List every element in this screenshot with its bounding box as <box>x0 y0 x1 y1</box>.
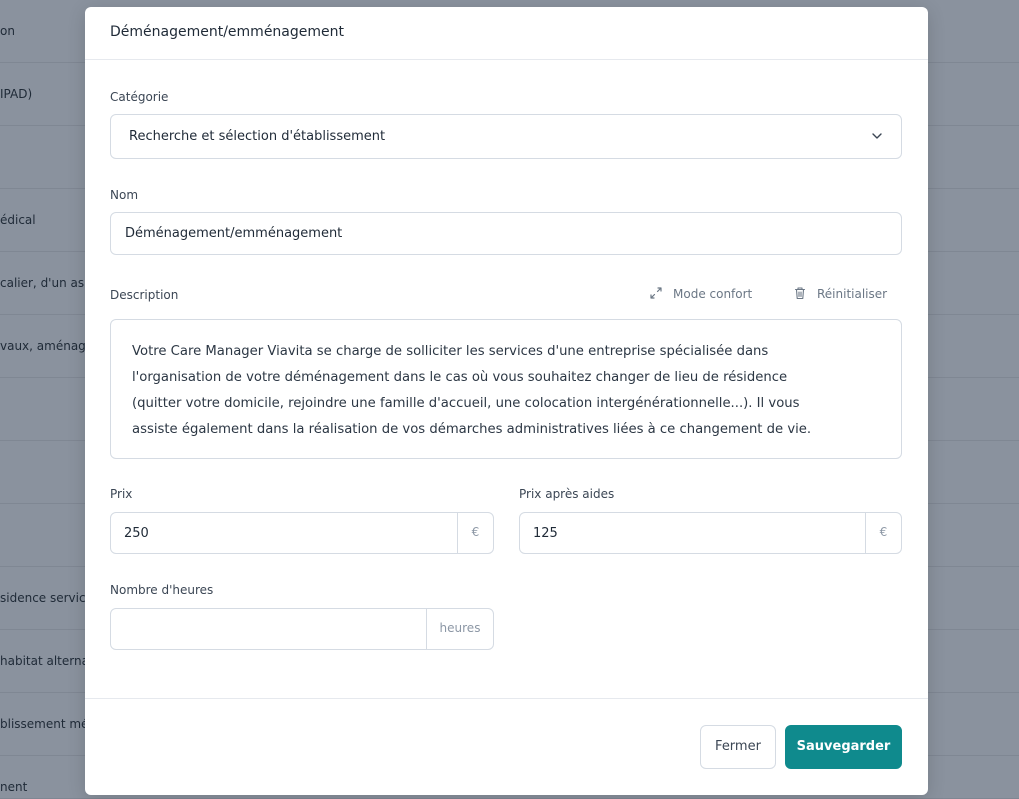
price-label: Prix <box>110 487 133 501</box>
name-label: Nom <box>110 188 139 202</box>
background-row-label: édical <box>0 213 36 227</box>
price-input[interactable]: 250 <box>110 512 457 554</box>
background-row-label: IPAD) <box>0 87 33 101</box>
price-input-group: 250 € <box>110 512 494 554</box>
trash-icon <box>794 287 806 300</box>
price-after-aid-input[interactable]: 125 <box>519 512 865 554</box>
description-line: Votre Care Manager Viavita se charge de … <box>132 344 769 359</box>
background-row-label: nent <box>0 780 28 794</box>
price-after-aid-input-group: 125 € <box>519 512 902 554</box>
price-after-aid-currency: € <box>879 525 888 539</box>
hours-input-group: heures <box>110 608 494 650</box>
price-after-aid-label: Prix après aides <box>519 487 615 501</box>
description-line: assiste également dans la réalisation de… <box>132 422 812 437</box>
price-input-value: 250 <box>124 526 149 541</box>
background-row-label: calier, d'un as <box>0 276 85 290</box>
hours-unit: heures <box>439 621 481 635</box>
modal-header: Déménagement/emménagement <box>85 7 928 60</box>
price-currency-addon: € <box>457 513 493 553</box>
edit-service-modal: Déménagement/emménagement Catégorie Rech… <box>85 7 928 795</box>
price-currency: € <box>471 525 480 539</box>
name-input-value: Déménagement/emménagement <box>125 226 343 241</box>
background-row-label: habitat alterna <box>0 654 89 668</box>
hours-input[interactable] <box>110 608 426 650</box>
background-row-label: on <box>0 24 15 38</box>
modal-footer-divider <box>85 698 928 699</box>
description-line: (quitter votre domicile, rejoindre une f… <box>132 396 800 411</box>
category-label: Catégorie <box>110 90 169 104</box>
hours-unit-addon: heures <box>426 609 493 649</box>
hours-label: Nombre d'heures <box>110 583 214 597</box>
category-select-value: Recherche et sélection d'établissement <box>129 129 386 144</box>
background-row-label: sidence servic <box>0 591 86 605</box>
price-after-aid-input-value: 125 <box>533 526 558 541</box>
description-label: Description <box>110 288 179 302</box>
price-after-aid-currency-addon: € <box>865 513 901 553</box>
reset-label: Réinitialiser <box>817 287 888 301</box>
description-line: l'organisation de votre déménagement dan… <box>132 370 788 385</box>
category-select[interactable]: Recherche et sélection d'établissement <box>110 114 902 159</box>
name-input[interactable]: Déménagement/emménagement <box>110 212 902 255</box>
background-row-label: blissement mé <box>0 717 89 731</box>
description-textarea[interactable]: Votre Care Manager Viavita se charge de … <box>110 319 902 459</box>
comfort-mode-label: Mode confort <box>673 287 753 301</box>
expand-icon <box>650 287 662 299</box>
modal-title: Déménagement/emménagement <box>110 24 344 40</box>
save-button[interactable]: Sauvegarder <box>785 725 902 769</box>
chevron-down-icon <box>872 133 882 139</box>
close-button[interactable]: Fermer <box>700 725 776 769</box>
background-row-label: vaux, aménage <box>0 339 94 353</box>
description-text: Votre Care Manager Viavita se charge de … <box>132 339 882 443</box>
